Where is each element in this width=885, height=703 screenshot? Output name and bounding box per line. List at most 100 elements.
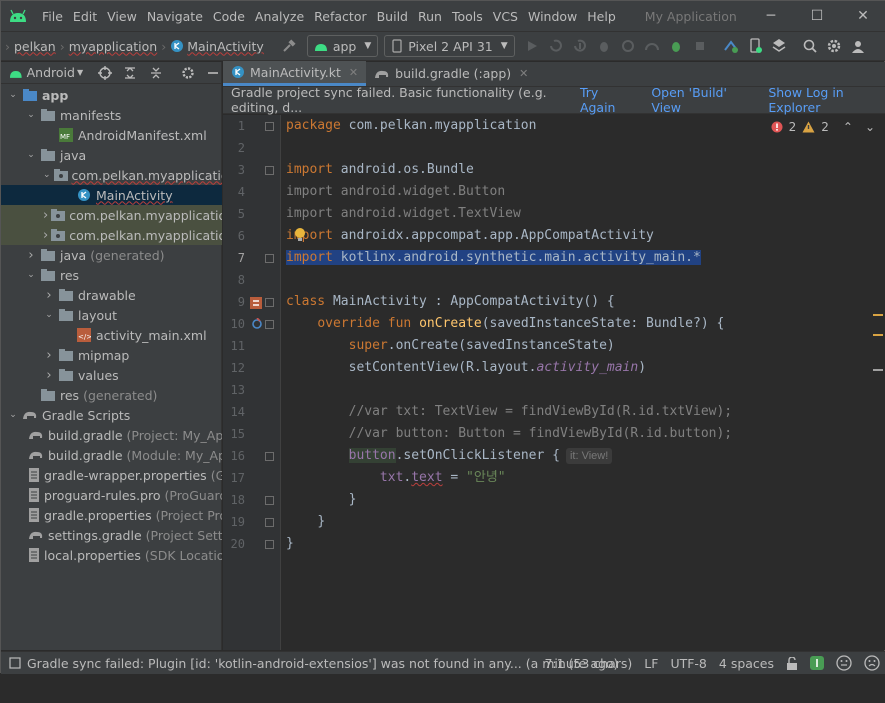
profiler-gauge-icon[interactable] [641, 35, 663, 57]
tree-item[interactable]: settings.gradle(Project Settings) [1, 525, 222, 545]
breadcrumb-mainactivity[interactable]: MainActivity [187, 39, 264, 54]
fold-marker-icon[interactable] [265, 320, 274, 329]
close-tab-icon[interactable]: ✕ [519, 67, 528, 80]
menu-help[interactable]: Help [582, 9, 621, 24]
open-build-view-link[interactable]: Open 'Build' View [651, 85, 748, 115]
expand-all-icon[interactable] [123, 65, 139, 81]
hide-panel-icon[interactable] [205, 65, 221, 81]
class-gutter-icon[interactable] [249, 296, 263, 310]
chevron-down-icon[interactable]: ⌄ [43, 309, 55, 321]
warning-marker[interactable] [873, 314, 883, 316]
minimize-button[interactable]: ─ [748, 1, 794, 31]
chevron-right-icon[interactable]: › [43, 288, 55, 303]
apply-code-changes-icon[interactable] [569, 35, 591, 57]
menu-file[interactable]: File [37, 9, 68, 24]
show-log-link[interactable]: Show Log in Explorer [768, 85, 885, 115]
maximize-button[interactable]: ☐ [794, 1, 840, 31]
sync-gradle-icon[interactable] [720, 35, 742, 57]
menu-view[interactable]: View [102, 9, 142, 24]
tree-item[interactable]: build.gradle(Project: My_Application) [1, 425, 222, 445]
tree-item[interactable]: MF AndroidManifest.xml [1, 125, 222, 145]
fold-marker-icon[interactable] [265, 122, 274, 131]
tree-item[interactable]: › drawable [1, 285, 222, 305]
tree-item[interactable]: proguard-rules.pro(ProGuard Rules) [1, 485, 222, 505]
try-again-link[interactable]: Try Again [580, 85, 631, 115]
collapse-all-icon[interactable] [148, 65, 164, 81]
code-view[interactable]: 1 2 3 4 5 6 7 8 9 10 11 12 13 14 15 16 1… [223, 115, 885, 650]
chevron-right-icon[interactable]: › [43, 368, 55, 383]
tree-item[interactable]: </> activity_main.xml [1, 325, 222, 345]
file-encoding[interactable]: UTF-8 [670, 656, 706, 671]
apply-changes-icon[interactable] [545, 35, 567, 57]
stop-icon[interactable] [689, 35, 711, 57]
toggle-tool-windows-icon[interactable] [9, 657, 21, 669]
usage-marker[interactable] [873, 369, 883, 371]
fold-marker-icon[interactable] [265, 540, 274, 549]
indent-setting[interactable]: 4 spaces [719, 656, 774, 671]
profile-icon[interactable] [617, 35, 639, 57]
breadcrumb-myapplication[interactable]: myapplication [69, 39, 158, 54]
hammer-icon[interactable] [278, 35, 300, 57]
tree-item[interactable]: ⌄ manifests [1, 105, 222, 125]
tree-item[interactable]: res (generated) [1, 385, 222, 405]
fold-marker-icon[interactable] [265, 452, 274, 461]
chevron-right-icon[interactable]: › [43, 208, 48, 223]
attach-debugger-icon[interactable] [665, 35, 687, 57]
warning-marker[interactable] [873, 334, 883, 336]
tree-item[interactable]: ⌄ app [1, 85, 222, 105]
chevron-down-icon[interactable]: ⌄ [43, 169, 51, 181]
tab-mainactivity[interactable]: MainActivity.kt ✕ [223, 61, 367, 86]
breadcrumb-pelkan[interactable]: pelkan [14, 39, 56, 54]
debug-icon[interactable] [593, 35, 615, 57]
notification-badge-icon[interactable] [810, 656, 824, 670]
tree-item[interactable]: › java (generated) [1, 245, 222, 265]
chevron-right-icon[interactable]: › [43, 228, 48, 243]
menu-build[interactable]: Build [372, 9, 413, 24]
device-manager-icon[interactable] [744, 35, 766, 57]
chevron-down-icon[interactable]: ⌄ [25, 269, 37, 281]
override-method-icon[interactable] [251, 318, 263, 330]
chevron-down-icon[interactable]: ⌄ [25, 109, 37, 121]
user-avatar-icon[interactable] [847, 35, 869, 57]
menu-run[interactable]: Run [413, 9, 447, 24]
gear-icon[interactable] [823, 35, 845, 57]
line-separator[interactable]: LF [644, 656, 658, 671]
project-view-select[interactable]: Android [27, 65, 75, 80]
tree-item[interactable]: ⌄ layout [1, 305, 222, 325]
menu-refactor[interactable]: Refactor [309, 9, 371, 24]
fold-marker-icon[interactable] [265, 166, 274, 175]
menu-edit[interactable]: Edit [68, 9, 102, 24]
device-select[interactable]: Pixel 2 API 31 ▼ [384, 35, 515, 57]
tree-item[interactable]: local.properties(SDK Location) [1, 545, 222, 565]
tree-item[interactable]: ⌄ res [1, 265, 222, 285]
error-stripe[interactable] [871, 168, 885, 703]
status-message[interactable]: Gradle sync failed: Plugin [id: 'kotlin-… [27, 656, 618, 671]
gear-icon[interactable] [180, 65, 196, 81]
menu-vcs[interactable]: VCS [488, 9, 523, 24]
sdk-manager-icon[interactable] [768, 35, 790, 57]
menu-navigate[interactable]: Navigate [142, 9, 208, 24]
tree-item[interactable]: gradle.properties(Project Properties) [1, 505, 222, 525]
fold-marker-icon[interactable] [265, 298, 274, 307]
run-config-select[interactable]: app ▼ [306, 35, 379, 57]
close-window-button[interactable]: ✕ [840, 1, 885, 31]
menu-code[interactable]: Code [208, 9, 250, 24]
menu-window[interactable]: Window [523, 9, 582, 24]
tree-item[interactable]: › values [1, 365, 222, 385]
chevron-down-icon[interactable]: ⌄ [7, 89, 19, 101]
tree-item[interactable]: MainActivity [1, 185, 222, 205]
fold-marker-icon[interactable] [265, 518, 274, 527]
inspection-face-icon[interactable] [836, 655, 852, 671]
chevron-down-icon[interactable]: ⌄ [865, 120, 875, 134]
menu-analyze[interactable]: Analyze [250, 9, 309, 24]
tree-item[interactable]: › mipmap [1, 345, 222, 365]
tree-item[interactable]: ⌄ com.pelkan.myapplication [1, 165, 222, 185]
chevron-right-icon[interactable]: › [25, 248, 37, 263]
tree-item[interactable]: ›com.pelkan.myapplication(androidTest) [1, 205, 222, 225]
unlock-icon[interactable] [786, 656, 798, 670]
fold-marker-icon[interactable] [265, 254, 274, 263]
locate-file-icon[interactable] [97, 65, 113, 81]
fold-marker-icon[interactable] [265, 496, 274, 505]
chevron-down-icon[interactable]: ⌄ [7, 409, 19, 421]
caret-position[interactable]: 7:1 (53 chars) [544, 656, 632, 671]
